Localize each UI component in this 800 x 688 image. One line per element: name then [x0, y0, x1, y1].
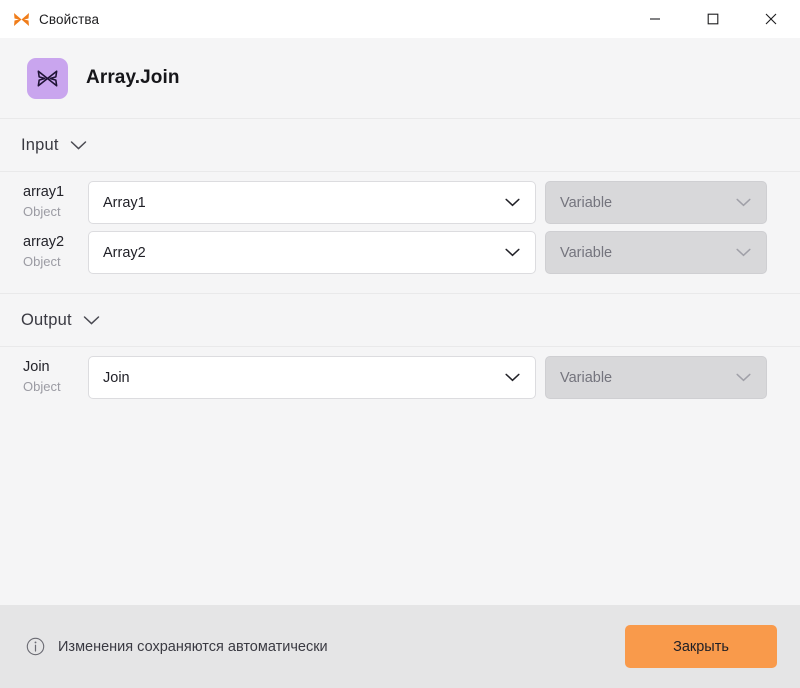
section-output-label: Output — [21, 310, 72, 329]
close-dialog-button[interactable]: Закрыть — [625, 625, 777, 668]
field-row-labels: Join Object — [23, 356, 88, 393]
autosave-text: Изменения сохраняются автоматически — [58, 638, 328, 655]
info-circle-icon — [26, 637, 45, 656]
window-controls — [626, 0, 800, 38]
input-rows: array1 Object Array1 Variable array2 Obj… — [0, 172, 800, 281]
section-output: Output Join Object Join Variable — [0, 294, 800, 406]
source-type-select[interactable]: Variable — [545, 181, 767, 224]
chevron-down-icon[interactable] — [736, 244, 751, 262]
minimize-button[interactable] — [626, 0, 684, 38]
source-type-value: Variable — [560, 369, 613, 386]
source-type-select[interactable]: Variable — [545, 231, 767, 274]
butterfly-icon — [13, 11, 30, 28]
source-type-select[interactable]: Variable — [545, 356, 767, 399]
chevron-down-icon[interactable] — [736, 194, 751, 212]
field-type: Object — [23, 253, 61, 269]
window-title: Свойства — [39, 11, 100, 27]
autosave-note: Изменения сохраняются автоматически — [26, 637, 328, 656]
section-input-label: Input — [21, 135, 59, 154]
value-combobox[interactable]: Array2 — [88, 231, 536, 274]
source-type-value: Variable — [560, 244, 613, 261]
output-rows: Join Object Join Variable — [0, 347, 800, 406]
chevron-down-icon[interactable] — [505, 194, 520, 212]
field-row-labels: array1 Object — [23, 181, 88, 218]
value-combobox[interactable]: Join — [88, 356, 536, 399]
section-input-header[interactable]: Input — [0, 119, 800, 171]
field-name: array2 — [23, 234, 65, 250]
page-title: Array.Join — [86, 67, 180, 88]
field-name: array1 — [23, 184, 65, 200]
chevron-down-icon[interactable] — [70, 140, 87, 151]
chevron-down-icon[interactable] — [736, 369, 751, 387]
maximize-button[interactable] — [684, 0, 742, 38]
field-row: array1 Object Array1 Variable — [0, 181, 800, 231]
chevron-down-icon[interactable] — [83, 315, 100, 326]
footer-bar: Изменения сохраняются автоматически Закр… — [0, 605, 800, 688]
section-input: Input array1 Object Array1 Variable arra… — [0, 119, 800, 281]
chevron-down-icon[interactable] — [505, 244, 520, 262]
title-bar-left: Свойства — [0, 11, 99, 28]
value-combobox-text: Join — [103, 369, 130, 386]
value-combobox-text: Array2 — [103, 244, 146, 261]
field-row: Join Object Join Variable — [0, 356, 800, 406]
section-output-header[interactable]: Output — [0, 294, 800, 346]
field-type: Object — [23, 378, 61, 394]
field-row: array2 Object Array2 Variable — [0, 231, 800, 281]
chevron-down-icon[interactable] — [505, 369, 520, 387]
field-name: Join — [23, 359, 50, 375]
value-combobox[interactable]: Array1 — [88, 181, 536, 224]
close-button[interactable] — [742, 0, 800, 38]
source-type-value: Variable — [560, 194, 613, 211]
field-row-labels: array2 Object — [23, 231, 88, 268]
node-header: Array.Join — [0, 38, 800, 118]
value-combobox-text: Array1 — [103, 194, 146, 211]
butterfly-node-icon — [27, 57, 68, 99]
field-type: Object — [23, 203, 61, 219]
title-bar: Свойства — [0, 0, 800, 38]
